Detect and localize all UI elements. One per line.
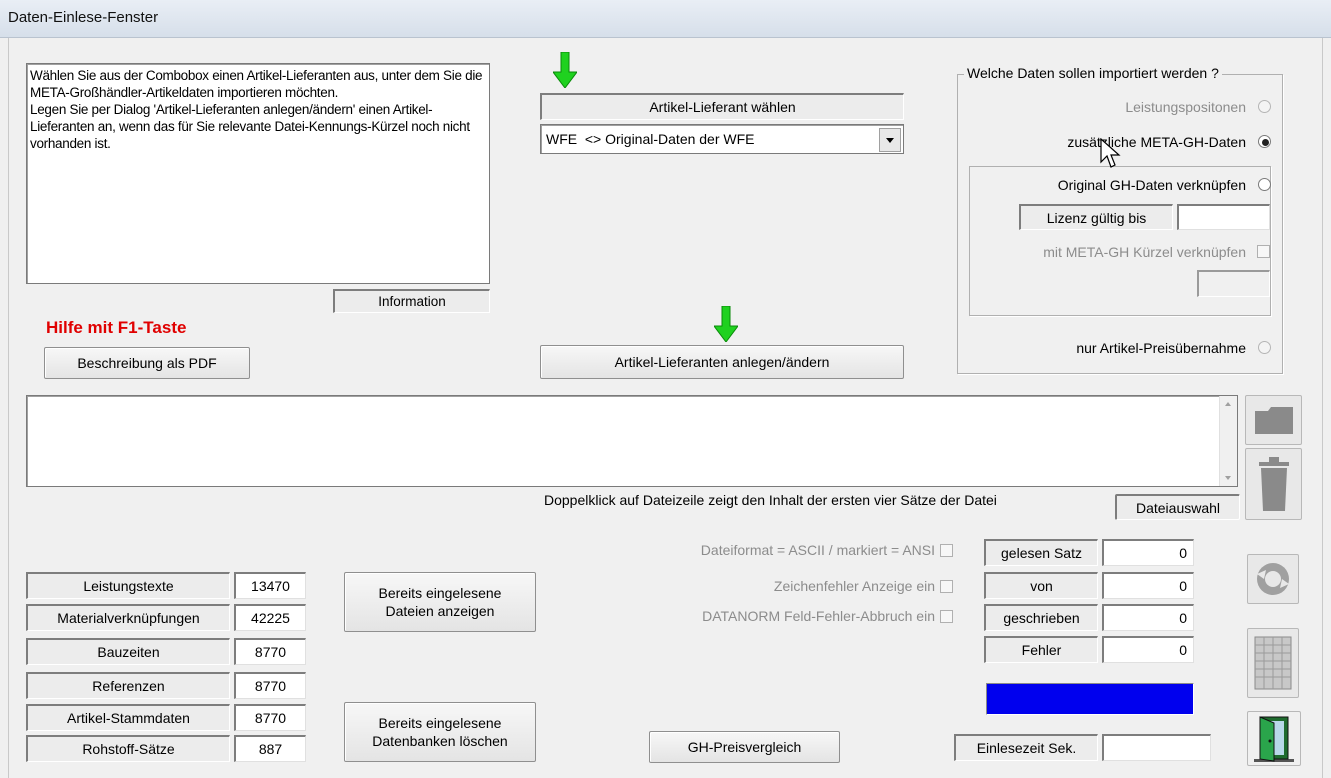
counter-label: geschrieben bbox=[984, 604, 1098, 631]
option-zeichenfehler-checkbox[interactable] bbox=[940, 580, 953, 593]
stat-label: Materialverknüpfungen bbox=[26, 604, 230, 631]
stat-value: 8770 bbox=[234, 638, 306, 665]
help-f1-text: Hilfe mit F1-Taste bbox=[46, 318, 187, 337]
title-bar: Daten-Einlese-Fenster bbox=[0, 0, 1331, 38]
chevron-down-icon bbox=[886, 137, 894, 143]
stat-value: 42225 bbox=[234, 604, 306, 631]
info-label: Information bbox=[333, 289, 490, 313]
show-files-line1: Bereits eingelesene bbox=[378, 585, 502, 601]
mouse-cursor-icon bbox=[1100, 138, 1121, 168]
leistungspositionen-radio[interactable] bbox=[1258, 100, 1271, 113]
stat-value: 8770 bbox=[234, 704, 306, 731]
leistungspositionen-label: Leistungspositonen bbox=[1125, 99, 1246, 115]
stat-label: Artikel-Stammdaten bbox=[26, 704, 230, 731]
original-gh-radio[interactable] bbox=[1258, 178, 1271, 191]
file-select-button[interactable]: Dateiauswahl bbox=[1115, 494, 1240, 520]
grid-button[interactable] bbox=[1247, 628, 1299, 698]
counter-label: von bbox=[984, 572, 1098, 599]
folder-button[interactable] bbox=[1245, 395, 1302, 445]
manage-supplier-button[interactable]: Artikel-Lieferanten anlegen/ändern bbox=[540, 345, 904, 379]
price-only-radio[interactable] bbox=[1258, 341, 1271, 354]
scroll-up-icon[interactable] bbox=[1225, 402, 1231, 406]
grid-icon bbox=[1254, 636, 1292, 690]
counter-value: 0 bbox=[1102, 636, 1194, 663]
trash-icon bbox=[1258, 457, 1289, 511]
counter-value: 0 bbox=[1102, 539, 1194, 566]
kuerzel-field[interactable] bbox=[1197, 270, 1270, 297]
option-zeichenfehler-label: Zeichenfehler Anzeige ein bbox=[773, 578, 935, 594]
price-only-label: nur Artikel-Preisübernahme bbox=[1076, 340, 1246, 356]
stat-value: 887 bbox=[234, 735, 306, 762]
supplier-label: Artikel-Lieferant wählen bbox=[540, 93, 904, 120]
meta-gh-label: zusätzliche META-GH-Daten bbox=[1067, 134, 1246, 150]
show-files-button[interactable]: Bereits eingelesene Dateien anzeigen bbox=[344, 572, 536, 632]
license-label: Lizenz gültig bis bbox=[1019, 204, 1173, 230]
delete-databases-button[interactable]: Bereits eingelesene Datenbanken löschen bbox=[344, 702, 536, 762]
import-group-legend: Welche Daten sollen importiert werden ? bbox=[964, 65, 1222, 81]
price-compare-button[interactable]: GH-Preisvergleich bbox=[649, 731, 840, 763]
timer-value bbox=[1102, 734, 1211, 761]
meta-gh-radio[interactable] bbox=[1258, 135, 1271, 148]
scroll-down-icon[interactable] bbox=[1225, 476, 1231, 480]
option-ascii-label: Dateiformat = ASCII / markiert = ANSI bbox=[700, 542, 935, 558]
arrow-down-icon bbox=[714, 306, 738, 342]
supplier-combobox[interactable]: WFE <> Original-Daten der WFE bbox=[540, 124, 904, 154]
original-gh-label: Original GH-Daten verknüpfen bbox=[1057, 177, 1246, 193]
refresh-button[interactable] bbox=[1247, 554, 1299, 604]
exit-door-icon bbox=[1254, 715, 1294, 762]
meta-kuerzel-checkbox[interactable] bbox=[1257, 245, 1270, 258]
stat-label: Bauzeiten bbox=[26, 638, 230, 665]
stat-value: 8770 bbox=[234, 672, 306, 699]
pdf-description-button[interactable]: Beschreibung als PDF bbox=[44, 347, 250, 379]
arrow-down-icon bbox=[553, 52, 577, 88]
file-list-scrollbar[interactable] bbox=[1219, 396, 1237, 486]
counter-label: gelesen Satz bbox=[984, 539, 1098, 566]
counter-value: 0 bbox=[1102, 572, 1194, 599]
timer-label: Einlesezeit Sek. bbox=[954, 734, 1098, 761]
file-list[interactable] bbox=[26, 395, 1238, 487]
meta-kuerzel-label: mit META-GH Kürzel verknüpfen bbox=[1043, 244, 1246, 260]
supplier-selected: WFE <> Original-Daten der WFE bbox=[546, 131, 755, 147]
refresh-icon bbox=[1257, 563, 1289, 595]
folder-icon bbox=[1254, 407, 1293, 434]
option-datanorm-label: DATANORM Feld-Fehler-Abbruch ein bbox=[702, 608, 935, 624]
stat-label: Rohstoff-Sätze bbox=[26, 735, 230, 762]
stat-label: Referenzen bbox=[26, 672, 230, 699]
option-datanorm-checkbox[interactable] bbox=[940, 610, 953, 623]
info-textbox: Wählen Sie aus der Combobox einen Artike… bbox=[26, 63, 490, 284]
delete-file-button[interactable] bbox=[1245, 448, 1302, 520]
counter-value: 0 bbox=[1102, 604, 1194, 631]
progress-bar bbox=[986, 683, 1194, 715]
show-files-line2: Dateien anzeigen bbox=[385, 603, 495, 619]
counter-label: Fehler bbox=[984, 636, 1098, 663]
window-title: Daten-Einlese-Fenster bbox=[8, 9, 159, 26]
dropdown-button[interactable] bbox=[879, 128, 901, 152]
progress-fill bbox=[987, 684, 1193, 714]
delete-databases-line2: Datenbanken löschen bbox=[372, 733, 508, 749]
option-ascii-checkbox[interactable] bbox=[940, 544, 953, 557]
file-hint-text: Doppelklick auf Dateizeile zeigt den Inh… bbox=[544, 492, 997, 508]
delete-databases-line1: Bereits eingelesene bbox=[378, 715, 502, 731]
dialog-body: Wählen Sie aus der Combobox einen Artike… bbox=[8, 38, 1323, 778]
license-date-field[interactable] bbox=[1177, 204, 1270, 230]
exit-button[interactable] bbox=[1247, 711, 1301, 766]
stat-value: 13470 bbox=[234, 572, 306, 599]
stat-label: Leistungstexte bbox=[26, 572, 230, 599]
